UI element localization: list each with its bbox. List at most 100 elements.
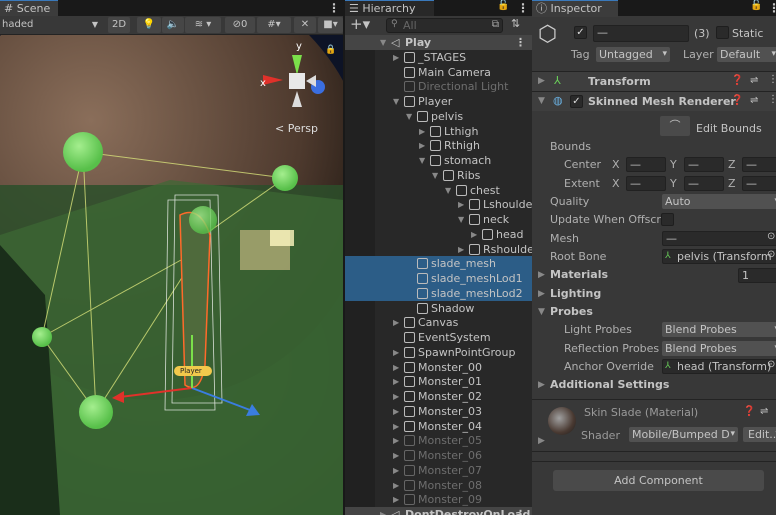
object-name-input[interactable]: — [593, 25, 689, 42]
hierarchy-item[interactable]: Directional Light [345, 79, 532, 94]
enabled-checkbox[interactable]: ✓ [570, 95, 583, 108]
hierarchy-item[interactable]: ▼ neck [345, 212, 532, 227]
effects-dropdown-icon[interactable]: ≋ ▾ [185, 17, 221, 33]
tab-scene[interactable]: # Scene [0, 0, 58, 17]
hierarchy-menu-icon[interactable]: ⋮ [517, 1, 529, 15]
help-icon[interactable]: ❓ [731, 75, 743, 86]
scene-menu-icon[interactable]: ⋮ [515, 35, 526, 50]
center-z-field[interactable]: — [742, 157, 776, 172]
collapse-arrow-icon[interactable]: ▼ [458, 212, 464, 227]
expand-arrow-icon[interactable]: ▶ [538, 436, 545, 446]
extent-z-field[interactable]: — [742, 176, 776, 191]
audio-toggle-icon[interactable]: 🔈 [162, 17, 184, 33]
expand-arrow-icon[interactable]: ▶ [393, 404, 399, 419]
hidden-objects-toggle[interactable]: ⊘0 [225, 17, 255, 33]
hierarchy-item[interactable]: ▶ Monster_01 [345, 374, 532, 389]
extent-x-field[interactable]: — [626, 176, 666, 191]
hierarchy-item[interactable]: ▶ Monster_08 [345, 478, 532, 493]
expand-arrow-icon[interactable]: ▶ [538, 289, 545, 299]
hierarchy-item[interactable]: ▶ Lshoulde [345, 197, 532, 212]
hierarchy-item[interactable]: ▼ ◁ Play ⋮ [345, 35, 532, 50]
hierarchy-item[interactable]: ▶ Lthigh [345, 124, 532, 139]
presets-icon[interactable]: ⇌ [760, 406, 768, 417]
hierarchy-item[interactable]: ▶ ◁ DontDestroyOnLoad ⋮ [345, 507, 532, 515]
edit-bounds-button[interactable]: ⌒ [660, 116, 690, 136]
hierarchy-item[interactable]: ▶ Monster_05 [345, 433, 532, 448]
additional-settings-foldout[interactable]: Additional Settings [550, 378, 669, 391]
hierarchy-item[interactable]: ▼ stomach [345, 153, 532, 168]
probes-foldout[interactable]: Probes [550, 305, 593, 318]
static-checkbox[interactable] [716, 26, 729, 39]
expand-arrow-icon[interactable]: ▶ [419, 138, 425, 153]
hierarchy-item[interactable]: ▼ chest [345, 183, 532, 198]
light-probes-dropdown[interactable]: Blend Probes [662, 322, 776, 337]
grid-dropdown-icon[interactable]: #▾ [257, 17, 291, 33]
component-menu-icon[interactable]: ⋮ [768, 94, 776, 105]
scene-viewport[interactable]: y x 🔒 < Persp Player [0, 35, 343, 515]
root-bone-field[interactable]: ⅄ pelvis (Transform [662, 249, 776, 264]
scene-menu-icon[interactable]: ⋮ [328, 1, 340, 15]
add-component-button[interactable]: Add Component [553, 470, 764, 491]
expand-arrow-icon[interactable]: ▶ [538, 380, 545, 390]
expand-arrow-icon[interactable]: ▶ [393, 433, 399, 448]
tools-icon[interactable]: ✕ [294, 17, 316, 33]
presets-icon[interactable]: ⇌ [750, 75, 758, 86]
anchor-override-field[interactable]: ⅄ head (Transform) [662, 359, 776, 374]
hierarchy-item[interactable]: slade_meshLod1 [345, 271, 532, 286]
expand-arrow-icon[interactable]: ▶ [393, 448, 399, 463]
object-picker-icon[interactable]: ⊙ [767, 359, 775, 370]
shader-dropdown[interactable]: Mobile/Bumped D [629, 427, 738, 442]
center-y-field[interactable]: — [684, 157, 724, 172]
hierarchy-item[interactable]: ▶ Monster_09 [345, 492, 532, 507]
component-menu-icon[interactable]: ⋮ [768, 74, 776, 85]
layer-dropdown[interactable]: Default [717, 47, 776, 62]
expand-arrow-icon[interactable]: ▶ [393, 360, 399, 375]
2d-toggle[interactable]: 2D [108, 17, 130, 33]
expand-arrow-icon[interactable]: ▶ [419, 124, 425, 139]
lighting-toggle-icon[interactable]: 💡 [137, 17, 161, 33]
hierarchy-item[interactable]: EventSystem [345, 330, 532, 345]
quality-dropdown[interactable]: Auto [662, 194, 776, 209]
create-add-icon[interactable]: +▾ [350, 16, 370, 33]
collapse-arrow-icon[interactable]: ▼ [538, 96, 545, 106]
tab-inspector[interactable]: ⓘ Inspector [532, 0, 618, 17]
expand-arrow-icon[interactable]: ▶ [393, 50, 399, 65]
collapse-arrow-icon[interactable]: ▼ [406, 109, 412, 124]
tag-dropdown[interactable]: Untagged [596, 47, 670, 62]
collapse-arrow-icon[interactable]: ▼ [393, 94, 399, 109]
expand-arrow-icon[interactable]: ▶ [538, 76, 545, 86]
hierarchy-item[interactable]: Main Camera [345, 65, 532, 80]
skinned-mesh-renderer-header[interactable]: ▼ ◍ ✓ Skinned Mesh Renderer ❓ ⇌ ⋮ [532, 91, 776, 111]
extent-y-field[interactable]: — [684, 176, 724, 191]
collapse-arrow-icon[interactable]: ▼ [445, 183, 451, 198]
presets-icon[interactable]: ⇌ [750, 95, 758, 106]
hierarchy-item[interactable]: ▶ Monster_03 [345, 404, 532, 419]
help-icon[interactable]: ❓ [743, 406, 755, 417]
lock-icon[interactable]: 🔒 [325, 45, 336, 55]
material-preview-thumbnail[interactable] [548, 407, 576, 435]
center-x-field[interactable]: — [626, 157, 666, 172]
player-character[interactable] [179, 211, 211, 389]
active-checkbox[interactable]: ✓ [574, 26, 587, 39]
object-picker-icon[interactable]: ⊙ [767, 249, 775, 260]
hierarchy-item[interactable]: ▶ Monster_06 [345, 448, 532, 463]
search-mode-icon[interactable]: ⧉ [492, 19, 499, 30]
scene-menu-icon[interactable]: ⋮ [515, 507, 526, 515]
hierarchy-item[interactable]: slade_meshLod2 [345, 285, 532, 301]
expand-arrow-icon[interactable]: ▶ [393, 478, 399, 493]
object-picker-icon[interactable]: ⊙ [767, 231, 775, 242]
collapse-arrow-icon[interactable]: ▼ [432, 168, 438, 183]
hierarchy-item[interactable]: ▶ Canvas [345, 315, 532, 330]
hierarchy-item[interactable]: ▶ head [345, 227, 532, 242]
update-offscreen-checkbox[interactable] [661, 213, 674, 226]
hierarchy-item[interactable]: ▼ Player [345, 94, 532, 109]
expand-arrow-icon[interactable]: ▶ [393, 374, 399, 389]
hierarchy-item[interactable]: ▶ Rshoulde [345, 242, 532, 257]
hierarchy-item[interactable]: slade_mesh [345, 256, 532, 272]
hierarchy-item[interactable]: ▶ Monster_02 [345, 389, 532, 404]
camera-dropdown-icon[interactable]: ■▾ [318, 17, 343, 33]
expand-arrow-icon[interactable]: ▶ [458, 242, 464, 257]
materials-count-field[interactable]: 1 [738, 268, 776, 283]
expand-arrow-icon[interactable]: ▶ [393, 315, 399, 330]
hierarchy-search-input[interactable]: ⚲ All ⧉ [386, 18, 503, 33]
